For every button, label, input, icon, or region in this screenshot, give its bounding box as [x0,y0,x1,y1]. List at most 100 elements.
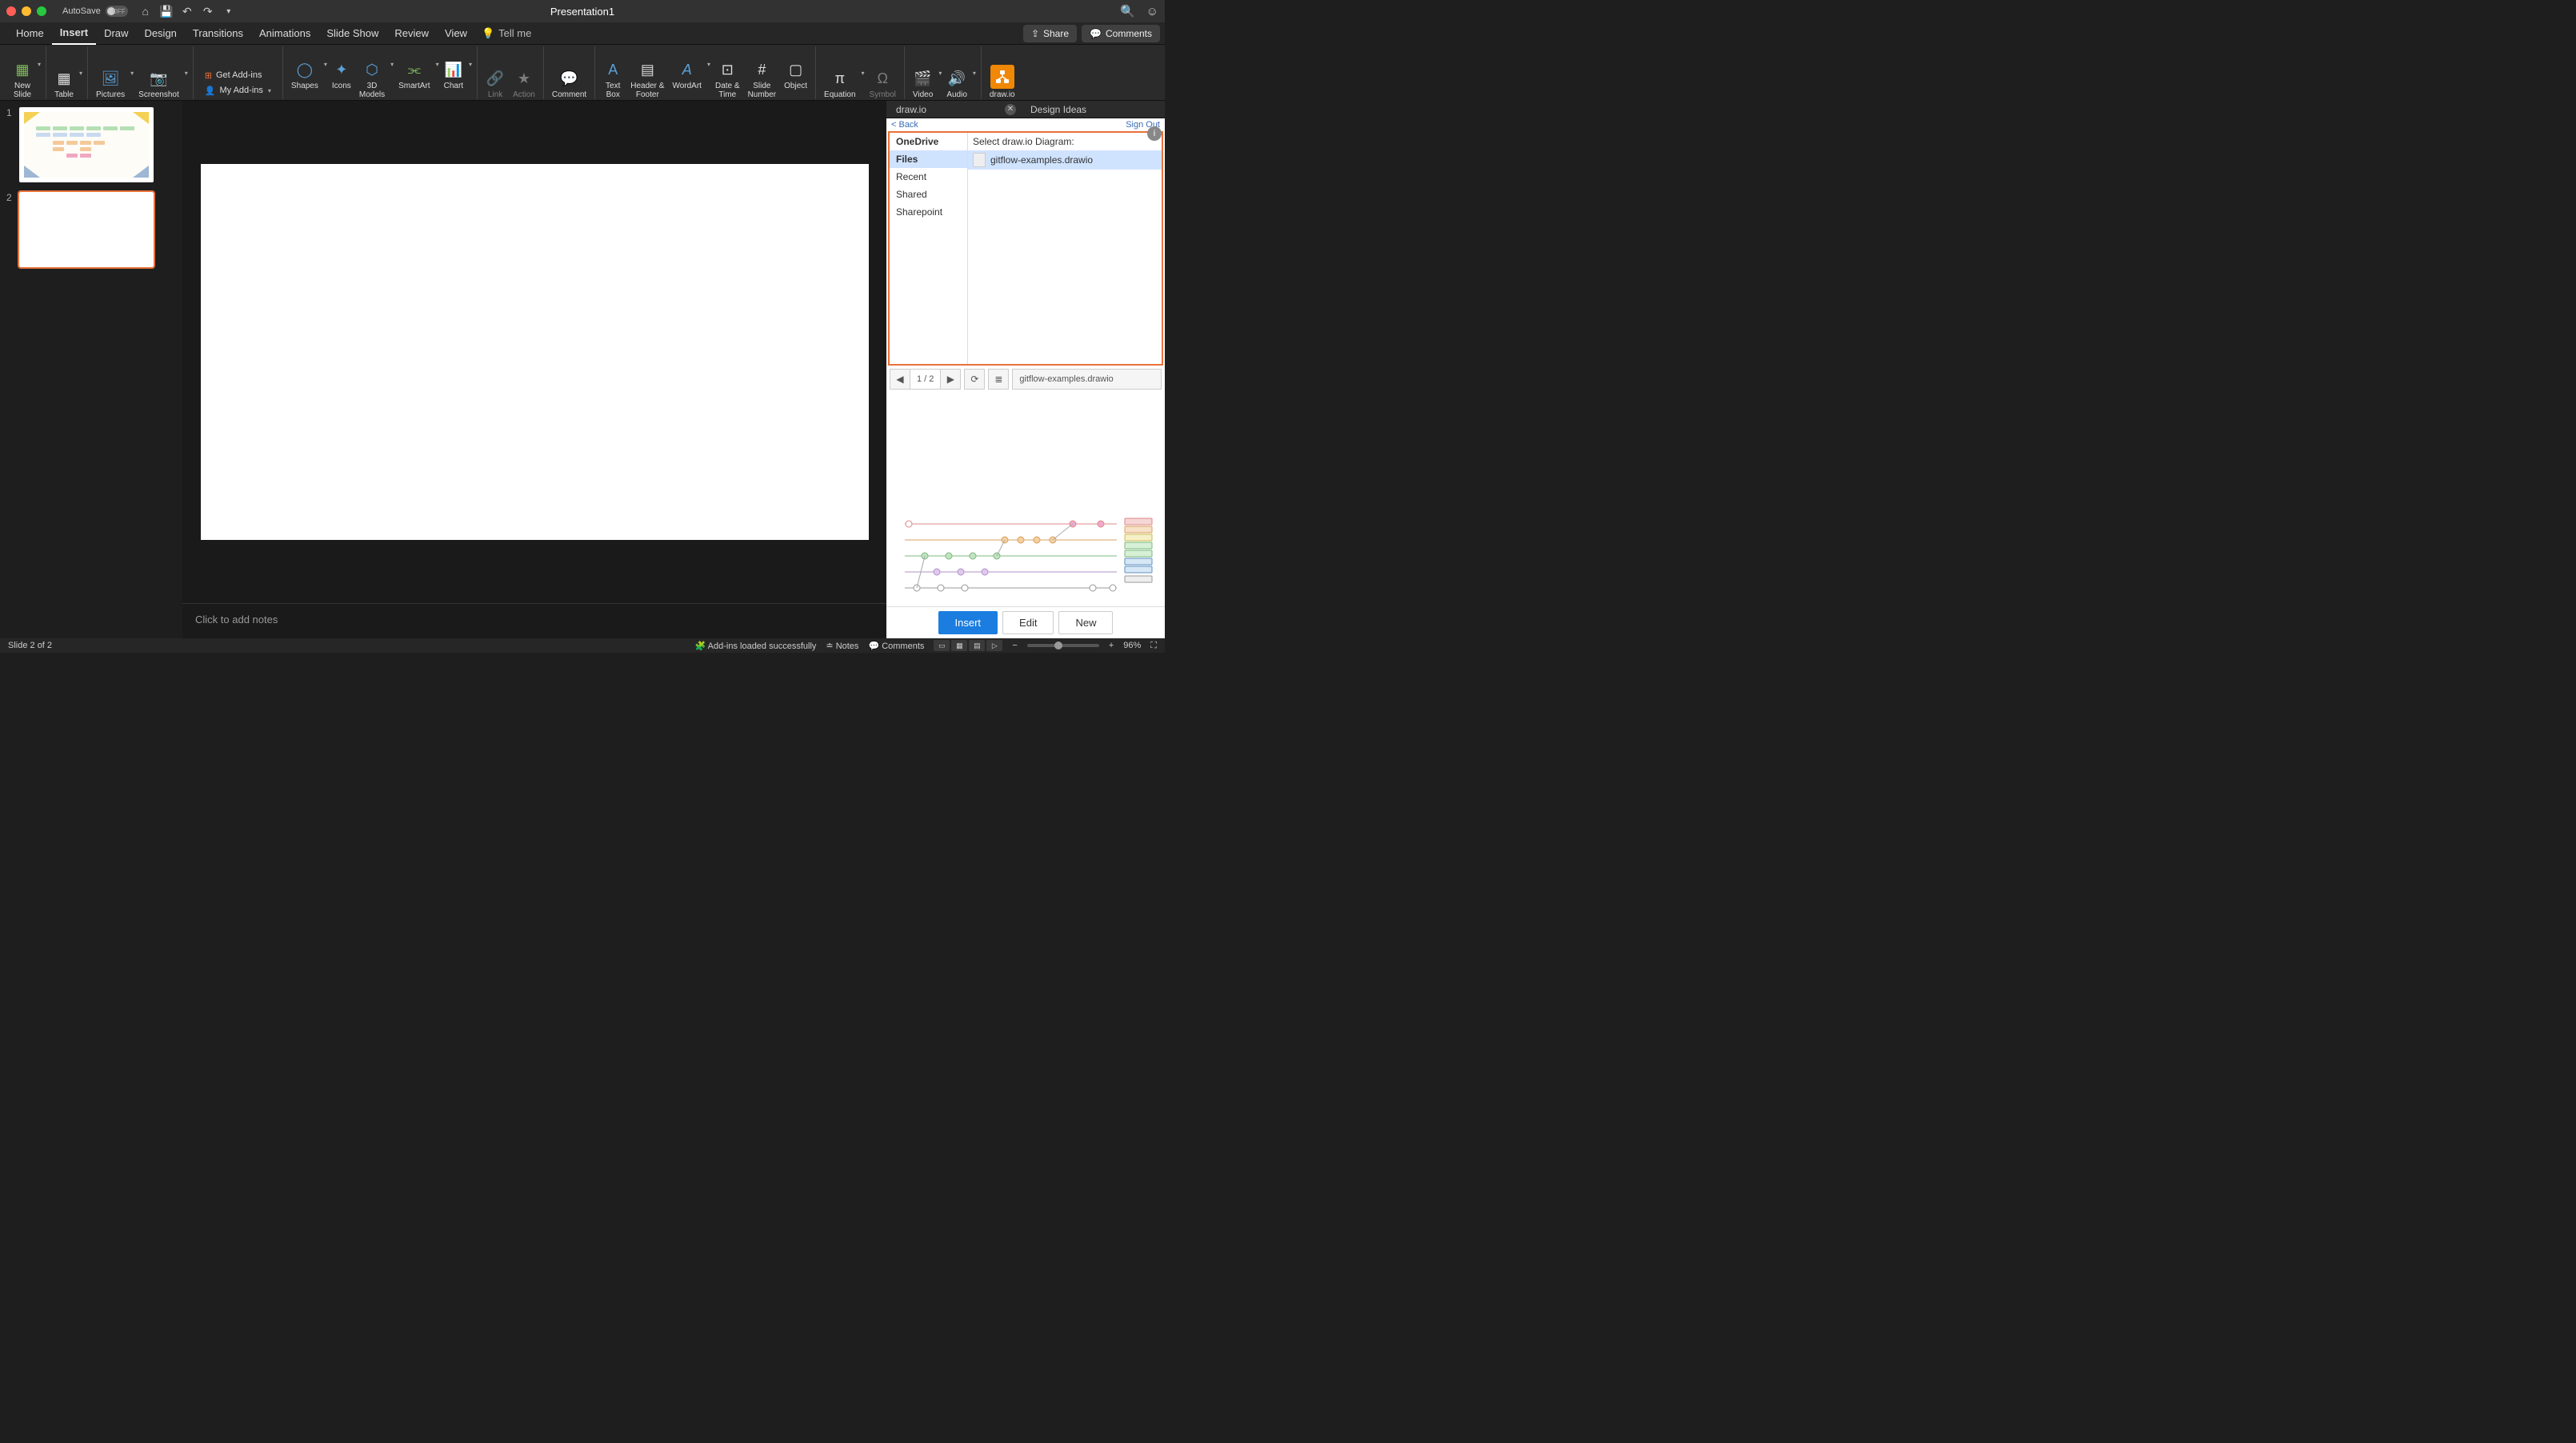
close-window-button[interactable] [6,6,16,16]
layers-button[interactable]: ≣ [988,369,1009,390]
wordart-button[interactable]: AWordArt [669,61,705,90]
toggle-switch[interactable]: OFF [106,6,128,17]
chevron-down-icon[interactable]: ▾ [130,70,134,77]
shapes-button[interactable]: ◯Shapes [288,61,322,90]
minimize-window-button[interactable] [22,6,31,16]
account-icon[interactable]: ☺ [1146,5,1158,18]
source-onedrive[interactable]: OneDrive [890,133,967,150]
3d-models-button[interactable]: ⬡3D Models [356,61,388,99]
comment-button[interactable]: 💬Comment [549,70,590,99]
refresh-button[interactable]: ⟳ [964,369,985,390]
canvas-area[interactable] [182,101,886,603]
tab-transitions[interactable]: Transitions [185,22,251,45]
source-sharepoint[interactable]: Sharepoint [890,203,967,221]
icons-icon: ✦ [332,61,351,80]
comments-button[interactable]: 💬Comments [1082,25,1160,42]
chevron-down-icon[interactable]: ▾ [938,70,942,77]
slide-count-label[interactable]: Slide 2 of 2 [8,641,52,650]
sorter-view-button[interactable]: ▦ [951,640,967,651]
slide-canvas[interactable] [201,164,869,540]
chevron-down-icon[interactable]: ▾ [469,61,472,68]
get-addins-button[interactable]: ⊞Get Add-ins [205,70,271,81]
table-button[interactable]: ▦Table [51,70,77,99]
source-recent[interactable]: Recent [890,168,967,186]
chevron-down-icon[interactable]: ▾ [390,61,394,68]
reading-view-button[interactable]: ▤ [969,640,985,651]
slide-number-button[interactable]: #Slide Number [745,61,780,99]
tab-insert[interactable]: Insert [52,22,96,45]
icons-button[interactable]: ✦Icons [329,61,354,90]
chevron-down-icon[interactable]: ▾ [38,61,41,68]
design-ideas-tab[interactable]: Design Ideas [1021,101,1096,118]
maximize-window-button[interactable] [37,6,46,16]
close-pane-icon[interactable]: ✕ [1005,104,1016,115]
video-button[interactable]: 🎬Video [910,70,936,99]
source-shared[interactable]: Shared [890,186,967,203]
slide-thumbnails-panel[interactable]: 1 2 [0,101,182,638]
zoom-in-button[interactable]: + [1109,641,1114,650]
notes-pane[interactable]: Click to add notes [182,603,886,638]
addins-status[interactable]: 🧩 Add-ins loaded successfully [695,641,817,651]
fit-to-window-button[interactable]: ⛶ [1150,641,1157,651]
chevron-down-icon[interactable]: ▾ [707,61,710,68]
redo-icon[interactable]: ↷ [202,5,214,18]
back-link[interactable]: < Back [891,120,918,130]
slideshow-view-button[interactable]: ▷ [986,640,1002,651]
chevron-down-icon[interactable]: ▾ [436,61,439,68]
zoom-slider[interactable] [1027,644,1099,647]
next-page-button[interactable]: ▶ [940,369,961,390]
header-footer-button[interactable]: ▤Header & Footer [627,61,667,99]
tab-home[interactable]: Home [8,22,52,45]
chevron-down-icon[interactable]: ▾ [973,70,976,77]
object-button[interactable]: ▢Object [781,61,810,90]
source-files[interactable]: Files [890,150,967,168]
share-button[interactable]: ⇪Share [1023,25,1077,42]
pictures-button[interactable]: 🖼Pictures [93,70,128,99]
insert-button[interactable]: Insert [938,611,998,634]
tab-draw[interactable]: Draw [96,22,136,45]
tell-me-search[interactable]: 💡 Tell me [482,27,531,40]
comments-toggle[interactable]: 💬 Comments [868,641,924,651]
slide-2-thumb[interactable] [19,192,154,267]
slide-1-thumb[interactable] [19,107,154,182]
my-addins-button[interactable]: 👤My Add-ins▾ [205,86,271,96]
audio-button[interactable]: 🔊Audio [943,70,970,99]
autosave-toggle[interactable]: AutoSave OFF [62,6,128,17]
quick-access-toolbar: ⌂ 💾 ↶ ↷ ▾ [139,5,235,18]
tab-review[interactable]: Review [386,22,437,45]
main-workspace: 1 2 [0,101,1165,638]
textbox-button[interactable]: AText Box [600,61,626,99]
chart-button[interactable]: 📊Chart [441,61,466,90]
prev-page-button[interactable]: ◀ [890,369,910,390]
datetime-button[interactable]: ⊡Date & Time [712,61,743,99]
normal-view-button[interactable]: ▭ [934,640,950,651]
chevron-down-icon[interactable]: ▾ [862,70,865,77]
chevron-down-icon[interactable]: ▾ [324,61,327,68]
new-slide-button[interactable]: ▦New Slide [10,61,35,99]
screenshot-button[interactable]: 📷Screenshot [135,70,182,99]
edit-button[interactable]: Edit [1002,611,1054,634]
save-icon[interactable]: 💾 [160,5,173,18]
thumbnail-1[interactable]: 1 [6,107,176,182]
notes-toggle[interactable]: ≐ Notes [826,641,858,651]
drawio-button[interactable]: draw.io [986,65,1018,99]
chevron-down-icon[interactable]: ▾ [185,70,188,77]
home-icon[interactable]: ⌂ [139,5,152,18]
tab-animations[interactable]: Animations [251,22,318,45]
tab-view[interactable]: View [437,22,475,45]
search-icon[interactable]: 🔍 [1120,4,1135,18]
smartart-button[interactable]: ⫘SmartArt [395,61,433,90]
chevron-down-icon[interactable]: ▾ [79,70,82,77]
drawio-pane-tab[interactable]: draw.io ✕ [886,101,1021,118]
equation-button[interactable]: πEquation [821,70,858,99]
qat-more-icon[interactable]: ▾ [222,5,235,18]
thumbnail-2[interactable]: 2 [6,192,176,267]
zoom-out-button[interactable]: − [1012,641,1017,650]
tab-design[interactable]: Design [136,22,184,45]
tab-slideshow[interactable]: Slide Show [318,22,386,45]
undo-icon[interactable]: ↶ [181,5,194,18]
new-button[interactable]: New [1058,611,1113,634]
info-badge-icon[interactable]: i [1147,126,1162,141]
file-item-gitflow[interactable]: gitflow-examples.drawio [968,150,1162,170]
zoom-level[interactable]: 96% [1123,641,1141,650]
